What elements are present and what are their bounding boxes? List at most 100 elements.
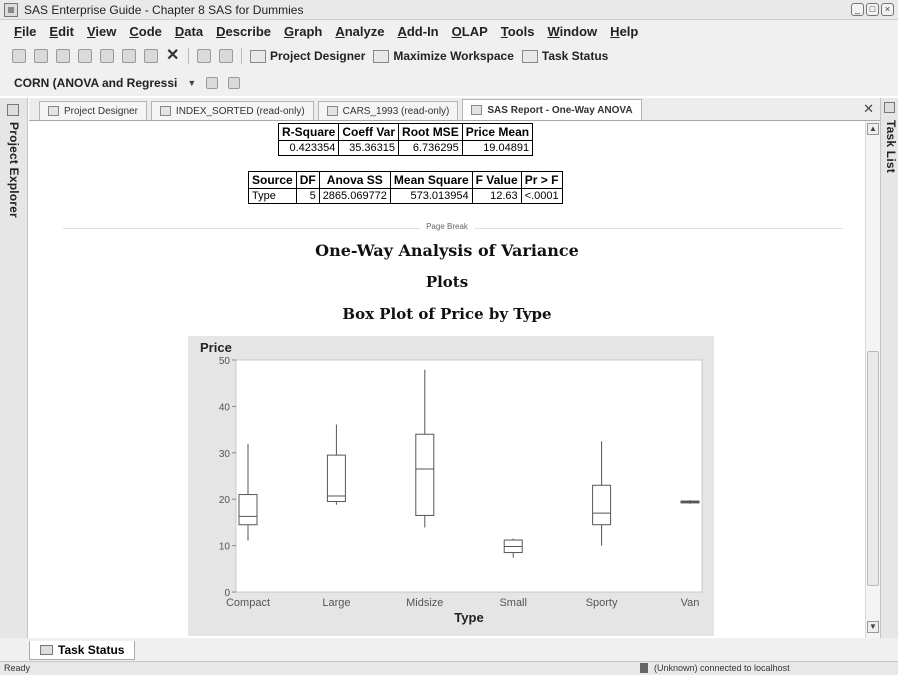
- project-explorer-label[interactable]: Project Explorer: [7, 122, 21, 218]
- y-tick-label: 50: [219, 356, 231, 367]
- chevron-down-icon[interactable]: ▼: [187, 78, 196, 88]
- y-tick-label: 40: [219, 402, 231, 413]
- pin-icon[interactable]: [7, 104, 19, 116]
- vertical-scrollbar[interactable]: ▲ ▼: [865, 121, 880, 638]
- column-header: DF: [296, 172, 319, 188]
- y-tick-label: 20: [219, 495, 231, 506]
- table-cell: Type: [249, 189, 296, 203]
- task-status-button[interactable]: Task Status: [521, 49, 609, 63]
- task-status-tab-label: Task Status: [58, 643, 125, 657]
- status-ready: Ready: [4, 663, 31, 673]
- tab-label: CARS_1993 (read-only): [342, 105, 450, 117]
- open-icon[interactable]: [34, 49, 48, 63]
- report-content: R-Square Coeff Var Root MSE Price Mean 0…: [29, 121, 865, 638]
- project-designer-button[interactable]: Project Designer: [250, 49, 365, 63]
- maximize-button[interactable]: □: [866, 3, 879, 16]
- window-controls: _ □ ×: [851, 3, 894, 16]
- document-tabs: Project Designer INDEX_SORTED (read-only…: [29, 98, 880, 121]
- project-designer-icon: [250, 49, 266, 63]
- menu-add-in[interactable]: Add-In: [397, 24, 438, 39]
- tab-label: INDEX_SORTED (read-only): [175, 105, 305, 117]
- table-row: 0.423354 35.36315 6.736295 19.04891: [279, 141, 533, 155]
- task-list-panel[interactable]: Task List: [880, 98, 898, 661]
- table-cell: 12.63: [472, 189, 521, 203]
- connection-status: (Unknown) connected to localhost: [640, 663, 790, 673]
- window-title: SAS Enterprise Guide - Chapter 8 SAS for…: [24, 2, 304, 17]
- copy-icon[interactable]: [122, 49, 136, 63]
- x-tick-label: Large: [322, 597, 350, 609]
- y-tick-label: 30: [219, 449, 231, 460]
- paste-icon[interactable]: [144, 49, 158, 63]
- new-icon[interactable]: [12, 49, 26, 63]
- task-status-label: Task Status: [541, 49, 609, 63]
- tab-index-sorted[interactable]: INDEX_SORTED (read-only): [150, 101, 314, 120]
- table-cell: 6.736295: [399, 141, 462, 155]
- minimize-button[interactable]: _: [851, 3, 864, 16]
- close-tab-icon[interactable]: ✕: [863, 101, 874, 117]
- report-icon: [471, 105, 483, 115]
- scroll-thumb[interactable]: [867, 351, 879, 586]
- table-cell: 0.423354: [279, 141, 339, 155]
- tab-label: Project Designer: [64, 105, 138, 117]
- cut-icon[interactable]: [100, 49, 114, 63]
- task-status-tab[interactable]: Task Status: [29, 641, 136, 660]
- pin-icon[interactable]: [884, 102, 895, 113]
- menu-olap[interactable]: OLAP: [452, 24, 488, 39]
- tab-project-designer[interactable]: Project Designer: [39, 101, 147, 120]
- save-icon[interactable]: [56, 49, 70, 63]
- x-tick-label: Sporty: [586, 597, 618, 609]
- stop-icon[interactable]: [228, 77, 241, 89]
- menu-graph[interactable]: Graph: [284, 24, 322, 39]
- table-row: Type 5 2865.069772 573.013954 12.63 <.00…: [249, 189, 562, 203]
- scroll-down-icon[interactable]: ▼: [867, 621, 879, 633]
- toolbar-separator: [188, 48, 189, 64]
- analysis-heading: One-Way Analysis of Variance: [315, 241, 579, 260]
- maximize-workspace-icon: [373, 49, 390, 63]
- main-toolbar: ✕ Project Designer Maximize Workspace Ta…: [0, 42, 898, 70]
- undo-icon[interactable]: [197, 49, 211, 63]
- server-icon: [640, 663, 648, 673]
- close-button[interactable]: ×: [881, 3, 894, 16]
- plot-area: [235, 359, 703, 593]
- table-header-row: R-Square Coeff Var Root MSE Price Mean: [279, 124, 533, 140]
- toolbar-separator: [241, 48, 242, 64]
- y-axis-label: Price: [200, 340, 232, 355]
- column-header: R-Square: [279, 124, 339, 140]
- x-tick-label: Van: [681, 597, 700, 609]
- redo-icon[interactable]: [219, 49, 233, 63]
- page-break-label: Page Break: [29, 222, 865, 231]
- menu-view[interactable]: View: [87, 24, 116, 39]
- menu-describe[interactable]: Describe: [216, 24, 271, 39]
- task-list-label[interactable]: Task List: [884, 120, 898, 173]
- menu-edit[interactable]: Edit: [49, 24, 74, 39]
- project-explorer-panel[interactable]: Project Explorer: [0, 98, 28, 661]
- menu-data[interactable]: Data: [175, 24, 203, 39]
- boxplot-heading: Box Plot of Price by Type: [342, 305, 552, 323]
- delete-icon[interactable]: ✕: [166, 48, 180, 64]
- menu-window[interactable]: Window: [547, 24, 597, 39]
- table-cell: 573.013954: [390, 189, 472, 203]
- menu-analyze[interactable]: Analyze: [335, 24, 384, 39]
- menu-file[interactable]: File: [14, 24, 36, 39]
- print-icon[interactable]: [78, 49, 92, 63]
- maximize-workspace-button[interactable]: Maximize Workspace: [373, 49, 514, 63]
- table-cell: 2865.069772: [319, 189, 390, 203]
- table-header-row: Source DF Anova SS Mean Square F Value P…: [249, 172, 562, 188]
- sas-app-icon: [4, 2, 18, 17]
- menu-code[interactable]: Code: [129, 24, 162, 39]
- column-header: Root MSE: [399, 124, 462, 140]
- boxplot-frame: Price 0 10 20 30 40 50 Compact Large Midsize Small…: [188, 336, 714, 636]
- scroll-up-icon[interactable]: ▲: [867, 123, 879, 135]
- plots-heading: Plots: [425, 273, 469, 291]
- run-icon[interactable]: [206, 77, 219, 89]
- tab-cars-1993[interactable]: CARS_1993 (read-only): [317, 101, 459, 120]
- menu-help[interactable]: Help: [610, 24, 638, 39]
- menu-tools[interactable]: Tools: [501, 24, 535, 39]
- page-break-text: Page Break: [420, 222, 474, 231]
- tab-sas-report[interactable]: SAS Report - One-Way ANOVA: [462, 99, 642, 120]
- menu-bar: File Edit View Code Data Describe Graph …: [0, 20, 898, 42]
- project-combo[interactable]: CORN (ANOVA and Regressi: [14, 76, 177, 90]
- column-header: Source: [249, 172, 296, 188]
- fit-statistics-table: R-Square Coeff Var Root MSE Price Mean 0…: [278, 123, 534, 156]
- tab-label: SAS Report - One-Way ANOVA: [487, 104, 633, 116]
